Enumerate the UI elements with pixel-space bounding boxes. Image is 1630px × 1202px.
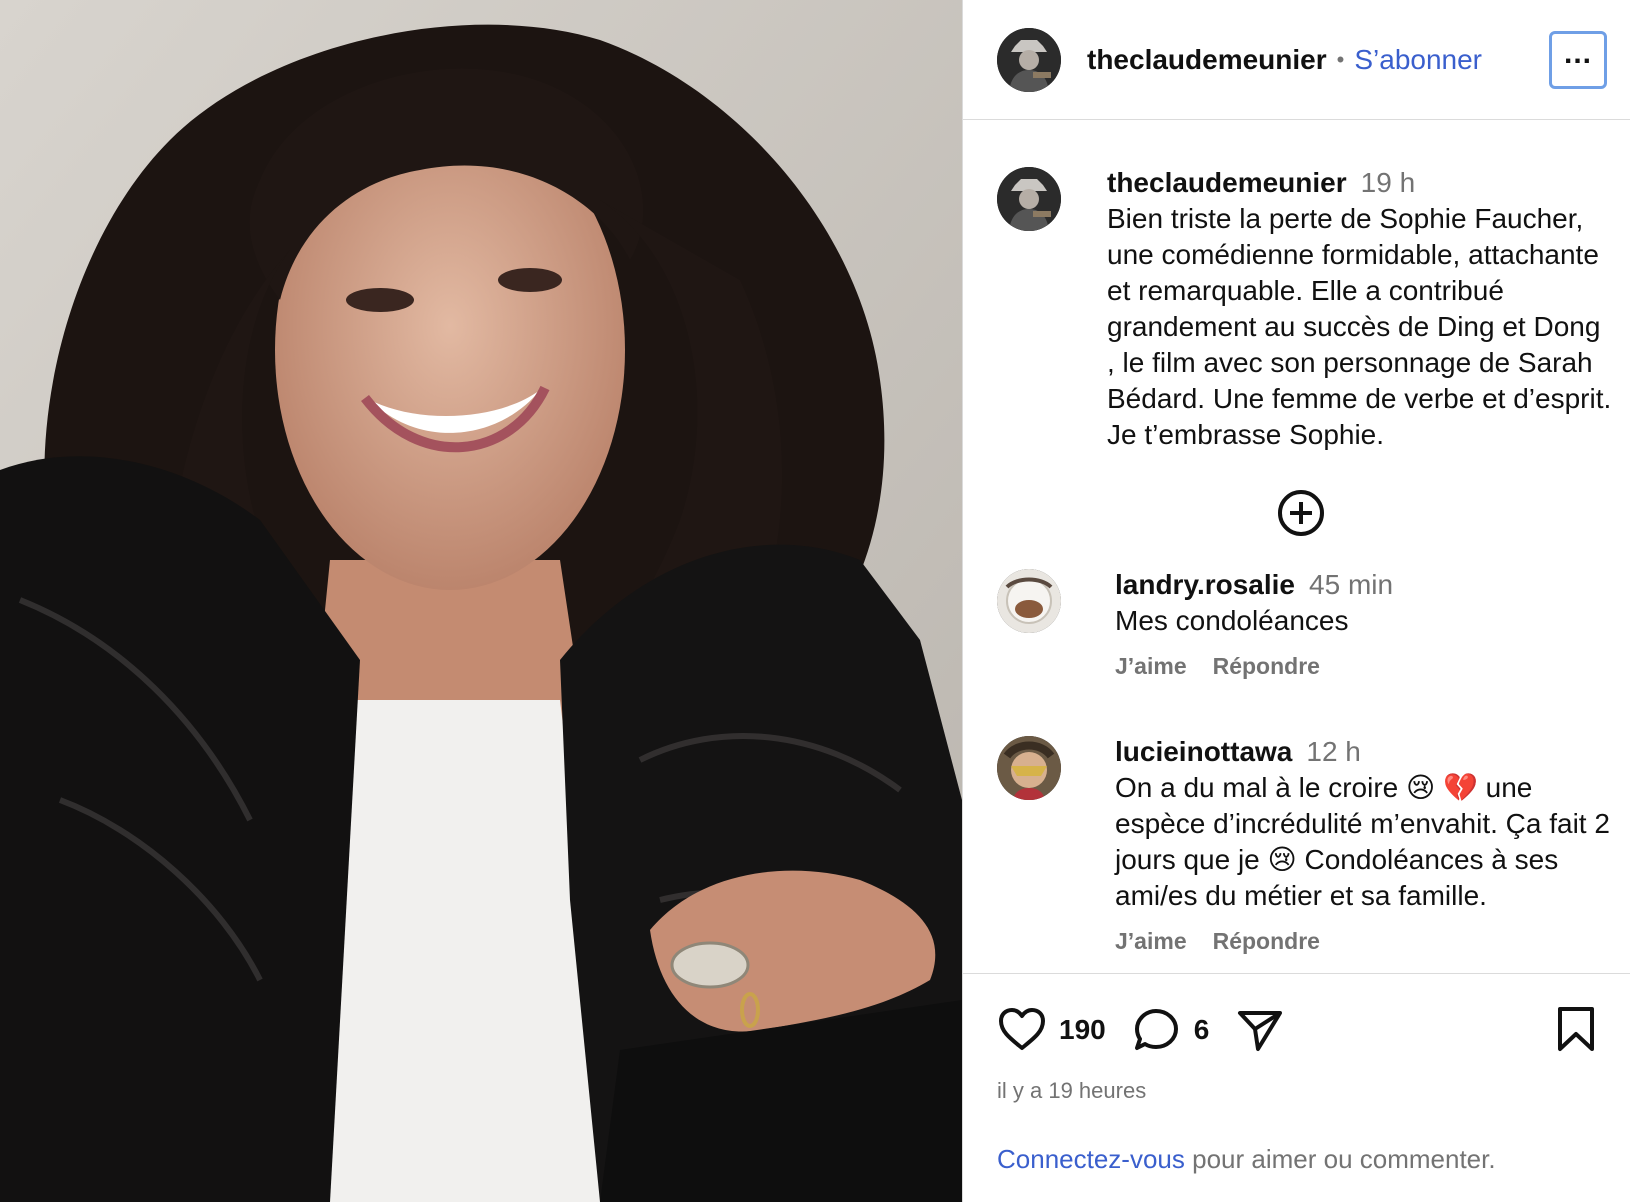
comments-scroll-area[interactable]: theclaudemeunier 19 h Bien triste la pert… (963, 121, 1630, 973)
commenter-avatar[interactable] (997, 736, 1061, 800)
login-prompt-text: pour aimer ou commenter. (1184, 1144, 1496, 1174)
caption-text: Bien triste la perte de Sophie Faucher, … (1107, 203, 1612, 450)
comment-text: Mes condoléances (1115, 605, 1349, 636)
share-icon[interactable] (1235, 1005, 1285, 1055)
login-prompt: Connectez-vous pour aimer ou commenter. (997, 1144, 1496, 1175)
post-footer: 190 6 il y a 19 heures Connectez-vous po… (963, 973, 1630, 1202)
comment-text-line: ami/es du métier et sa famille. (1115, 880, 1487, 911)
post-photo[interactable] (0, 0, 962, 1202)
author-avatar[interactable] (997, 27, 1061, 92)
post-header: theclaudemeunier • S’abonner ... (963, 0, 1630, 120)
portrait-image (0, 0, 962, 1202)
comment-time[interactable]: 12 h (1306, 736, 1361, 767)
comment-text-line: jours que je 😢 Condoléances à ses (1115, 844, 1559, 875)
caption-time[interactable]: 19 h (1361, 167, 1416, 198)
comment-icon[interactable] (1132, 1005, 1182, 1055)
like-count[interactable]: 190 (1059, 1014, 1106, 1046)
comment-time[interactable]: 45 min (1309, 569, 1393, 600)
follow-button[interactable]: S’abonner (1354, 44, 1482, 76)
author-username[interactable]: theclaudemeunier (1087, 44, 1327, 76)
comment-reply-button[interactable]: Répondre (1213, 653, 1320, 680)
comment-text-line: espèce d’incrédulité m’envahit. Ça fait … (1115, 808, 1610, 839)
comment-text-line: On a du mal à le croire 😢 💔 une (1115, 772, 1533, 803)
commenter-avatar[interactable] (997, 569, 1061, 633)
comment-username[interactable]: lucieinottawa (1115, 736, 1292, 767)
more-options-icon: ... (1563, 37, 1592, 70)
heart-icon[interactable] (997, 1005, 1047, 1055)
load-more-comments-button[interactable] (1276, 488, 1326, 538)
caption-author-avatar[interactable] (997, 167, 1061, 231)
caption-username[interactable]: theclaudemeunier (1107, 167, 1347, 198)
action-bar: 190 6 (997, 1004, 1609, 1056)
header-separator: • (1336, 46, 1345, 72)
post-side-panel: theclaudemeunier • S’abonner ... theclau… (962, 0, 1630, 1202)
comment-username[interactable]: landry.rosalie (1115, 569, 1295, 600)
more-options-button[interactable]: ... (1549, 31, 1607, 89)
comment-text: On a du mal à le croire 😢 💔 une espèce d… (1115, 770, 1630, 914)
comment-like-button[interactable]: J’aime (1115, 928, 1187, 955)
bookmark-icon[interactable] (1551, 1004, 1601, 1054)
comment-count[interactable]: 6 (1194, 1014, 1210, 1046)
login-link[interactable]: Connectez-vous (997, 1144, 1185, 1174)
comment-reply-button[interactable]: Répondre (1213, 928, 1320, 955)
post-timestamp[interactable]: il y a 19 heures (997, 1078, 1146, 1104)
comment-like-button[interactable]: J’aime (1115, 653, 1187, 680)
plus-circle-icon (1276, 488, 1326, 538)
